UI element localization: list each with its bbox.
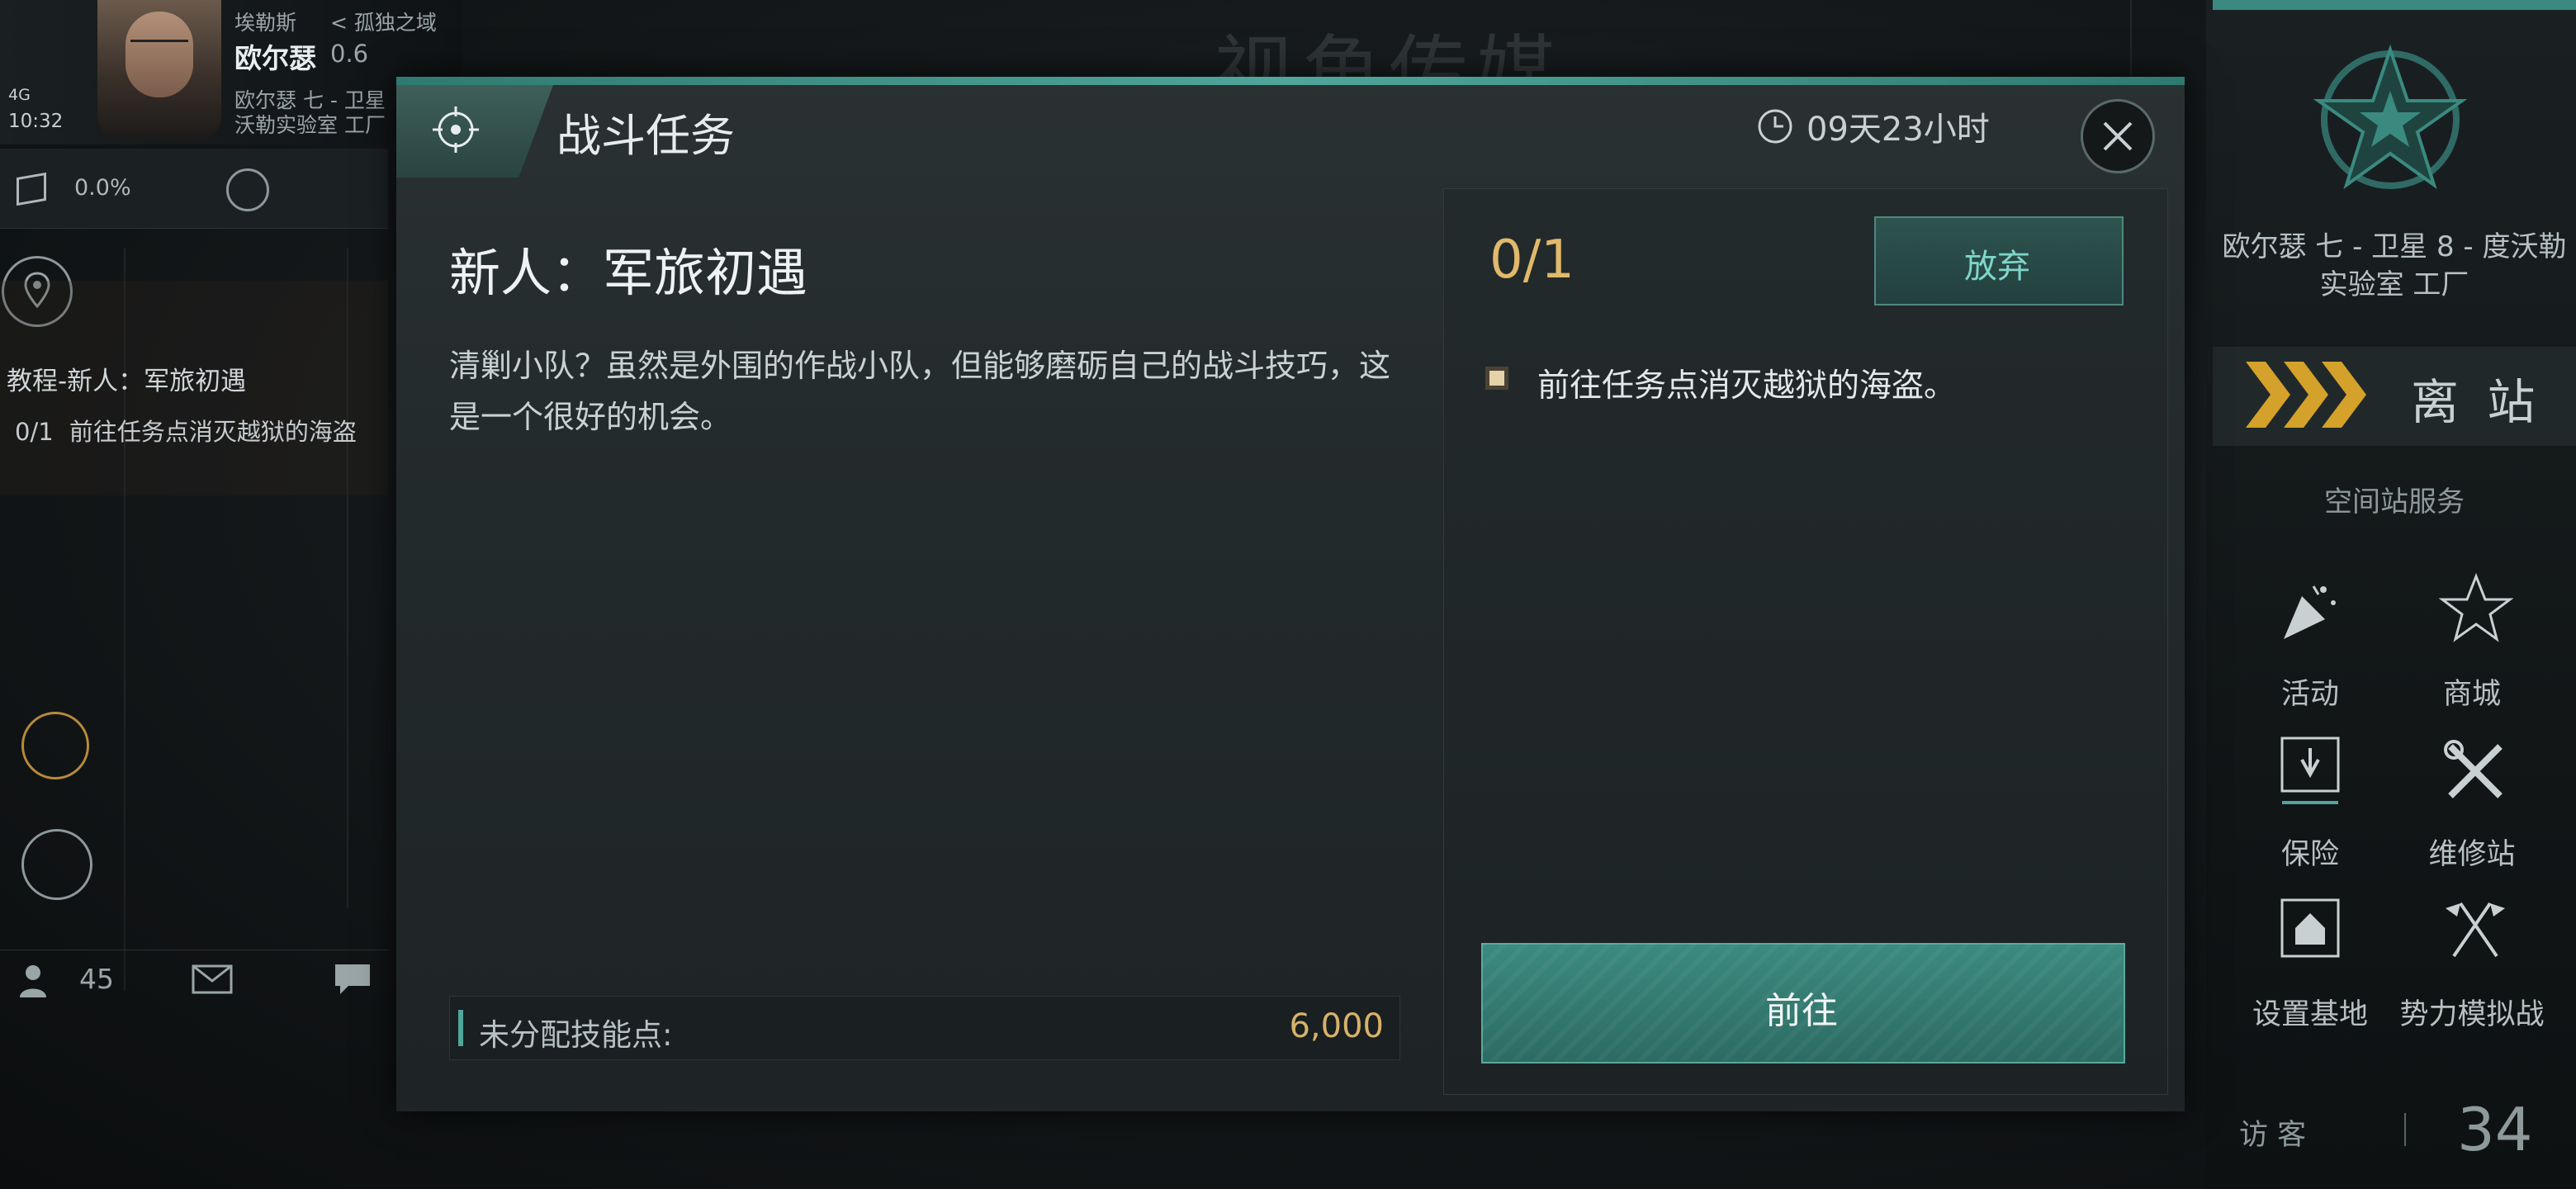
clock-icon <box>1757 108 1793 144</box>
visitor-count: 34 <box>2457 1095 2533 1164</box>
service-shop[interactable]: 商城 <box>2389 670 2555 713</box>
service-base[interactable]: 设置基地 <box>2228 991 2393 1033</box>
area-breadcrumb[interactable]: < 孤独之域 <box>330 7 437 36</box>
person-icon[interactable] <box>17 963 46 997</box>
mission-name: 新人：军旅初遇 <box>449 243 808 303</box>
base-icon[interactable] <box>2277 895 2343 961</box>
close-icon <box>2103 121 2133 151</box>
mission-progress: 0/1 <box>1489 230 1574 291</box>
visitor-divider <box>2404 1113 2406 1146</box>
online-count: 45 <box>79 963 114 995</box>
target-lock-icon[interactable] <box>21 712 89 779</box>
avatar[interactable] <box>97 0 221 140</box>
chat-icon[interactable] <box>334 963 372 999</box>
network-status: 4G <box>8 86 31 104</box>
cargo-percent: 0.0% <box>74 175 131 201</box>
tutorial-task: 前往任务点消灭越狱的海盗 <box>69 418 357 446</box>
skill-points-value: 6,000 <box>1289 1007 1384 1045</box>
crossed-flags-icon[interactable] <box>2442 895 2508 961</box>
dialog-accent-line <box>396 77 2185 85</box>
background-grid-line <box>2130 0 2132 83</box>
service-faction-sim[interactable]: 势力模拟战 <box>2389 991 2555 1033</box>
objective-bullet-icon <box>1489 371 1504 386</box>
headset-icon[interactable] <box>21 829 92 900</box>
avatar-glasses <box>130 40 188 54</box>
faction-star-emblem-icon <box>2304 33 2477 206</box>
services-title: 空间站服务 <box>2324 486 2465 519</box>
dialog-title: 战斗任务 <box>556 110 735 162</box>
abandon-label[interactable]: 放弃 <box>1874 239 2120 287</box>
repair-tools-icon[interactable] <box>2442 738 2508 804</box>
mission-description: 清剿小队？虽然是外围的作战小队，但能够磨砺自己的战斗技巧，这是一个很好的机会。 <box>449 348 1391 435</box>
avatar-face <box>125 12 193 97</box>
depart-label: 离 站 <box>2411 374 2542 430</box>
cargo-row <box>0 149 388 229</box>
go-label[interactable]: 前往 <box>1481 981 2122 1034</box>
insurance-shield-icon[interactable] <box>2277 735 2343 804</box>
party-popper-icon[interactable] <box>2277 578 2343 644</box>
shop-star-icon[interactable] <box>2438 572 2514 642</box>
tutorial-progress: 0/1 <box>15 418 54 446</box>
security-status: 0.6 <box>330 40 369 68</box>
station-location: 欧尔瑟 七 - 卫星 8 - 度沃勒实验室 工厂 <box>2222 230 2567 301</box>
crosshair-target-icon <box>431 105 481 154</box>
tutorial-task-line[interactable]: 0/1 前往任务点消灭越狱的海盗 <box>15 413 395 448</box>
anchor-icon[interactable] <box>226 168 269 211</box>
service-activity[interactable]: 活动 <box>2228 670 2393 713</box>
skill-bar-accent <box>458 1010 463 1046</box>
chevrons-icon <box>2246 362 2370 431</box>
visitor-label: 访 客 <box>2239 1119 2307 1152</box>
system-name[interactable]: 欧尔瑟 <box>234 36 316 76</box>
station-panel-accent <box>2213 0 2576 10</box>
station-line-2: 沃勒实验室 工厂 <box>234 113 386 137</box>
service-repair[interactable]: 维修站 <box>2389 831 2555 873</box>
service-insurance[interactable]: 保险 <box>2228 831 2393 873</box>
clock-time: 10:32 <box>8 111 64 132</box>
close-button[interactable] <box>2081 99 2155 173</box>
mail-icon[interactable] <box>192 964 233 997</box>
cargo-cube-icon[interactable] <box>17 172 46 206</box>
objective-text: 前往任务点消灭越狱的海盗。 <box>1537 367 1957 405</box>
region-name: 埃勒斯 <box>234 11 297 35</box>
mission-timer: 09天23小时 <box>1807 111 1990 149</box>
skill-points-label: 未分配技能点: <box>479 1017 673 1053</box>
tutorial-title[interactable]: 教程-新人：军旅初遇 <box>7 360 246 397</box>
